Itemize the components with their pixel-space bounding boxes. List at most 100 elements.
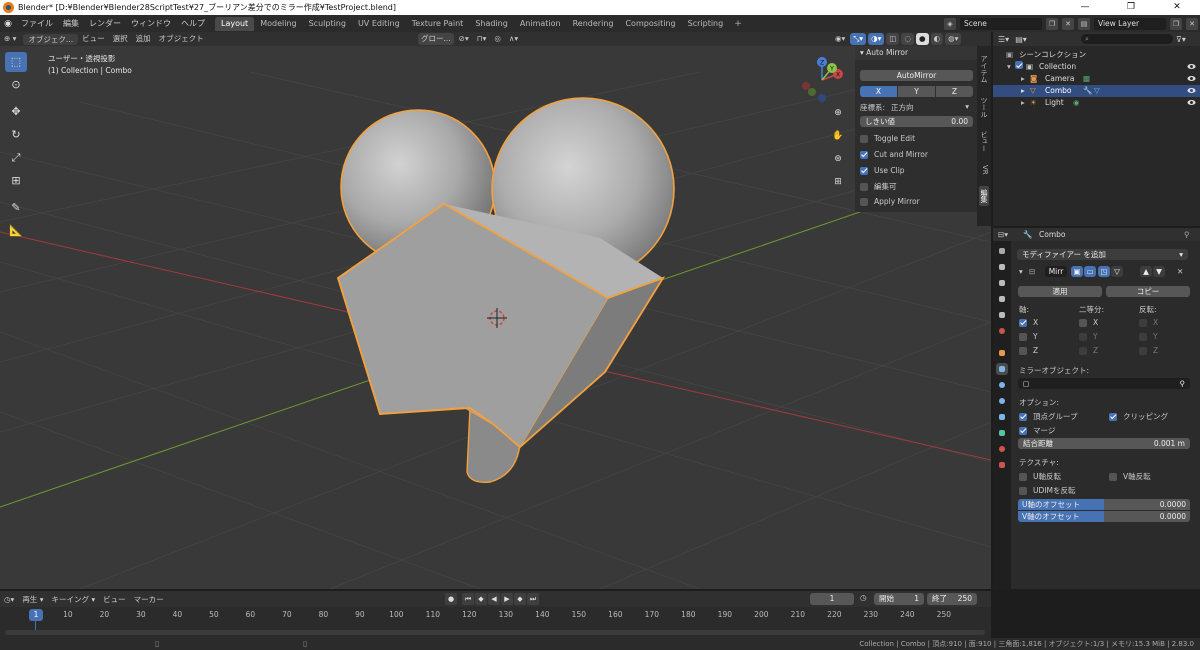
play-reverse-icon[interactable]: ◀: [488, 593, 500, 605]
menu-object[interactable]: オブジェクト: [155, 32, 208, 46]
checkbox[interactable]: [860, 197, 868, 206]
checkbox[interactable]: [1019, 426, 1027, 435]
modifier-name-field[interactable]: Mirr: [1045, 266, 1067, 277]
checkbox[interactable]: [1109, 412, 1117, 421]
tab-texture-paint[interactable]: Texture Paint: [406, 17, 470, 31]
checkbox[interactable]: [860, 166, 868, 175]
eye-icon[interactable]: [1187, 74, 1196, 83]
v-offset-field[interactable]: V軸のオフセット 0.0000: [1018, 511, 1190, 522]
axis-z-toggle[interactable]: Z: [936, 86, 973, 97]
eye-icon[interactable]: [1187, 86, 1196, 95]
menu-timeline-view[interactable]: ビュー: [99, 594, 130, 605]
option-toggle-edit[interactable]: Toggle Edit: [860, 134, 915, 143]
tab-object[interactable]: [996, 347, 1008, 359]
combo-object[interactable]: [336, 97, 675, 483]
checkbox[interactable]: [1019, 412, 1027, 421]
outliner-editor-icon[interactable]: ☰▾: [993, 35, 1009, 44]
axis-x-checkbox[interactable]: X: [1019, 318, 1038, 327]
visibility-icon[interactable]: ◉▾: [832, 33, 848, 45]
end-frame-field[interactable]: 終了 250: [927, 593, 977, 605]
overlay-toggle-icon[interactable]: ◑▾: [868, 33, 885, 45]
mirror-object-field[interactable]: ◻ ⚲: [1018, 378, 1190, 389]
merge-checkbox[interactable]: マージ: [1019, 425, 1055, 436]
checkbox[interactable]: [1079, 332, 1087, 341]
threshold-field[interactable]: しきい値 0.00: [860, 116, 973, 127]
tab-sculpting[interactable]: Sculpting: [303, 17, 352, 31]
shading-material-icon[interactable]: ◐: [930, 33, 944, 45]
clock-icon[interactable]: ◷: [856, 593, 871, 602]
tab-uv-editing[interactable]: UV Editing: [352, 17, 406, 31]
3d-viewport[interactable]: ⊕ ▾ オブジェク... ビュー 選択 追加 オブジェクト グロー... ⊘▾ …: [0, 32, 991, 589]
menu-edit[interactable]: 編集: [58, 15, 84, 32]
sidebar-tab-view[interactable]: ビュー: [979, 130, 989, 152]
outliner-collection[interactable]: ▾ ▣ Collection: [993, 61, 1200, 73]
outliner-item-camera[interactable]: ▸ ◙ Camera ▩: [993, 73, 1200, 85]
menu-render[interactable]: レンダー: [84, 15, 126, 32]
new-scene-icon[interactable]: ❐: [1046, 17, 1058, 30]
expand-arrow-icon[interactable]: ▸: [1021, 73, 1025, 85]
copy-button[interactable]: コピー: [1106, 286, 1190, 297]
menu-marker[interactable]: マーカー: [130, 594, 168, 605]
checkbox[interactable]: [860, 182, 868, 191]
checkbox[interactable]: [1079, 318, 1087, 327]
delete-scene-icon[interactable]: ✕: [1062, 17, 1074, 30]
tab-modeling[interactable]: Modeling: [254, 17, 302, 31]
tab-modifiers[interactable]: [996, 363, 1008, 375]
select-box-tool-icon[interactable]: ⬚: [5, 52, 27, 72]
outliner-search-input[interactable]: ⌕: [1081, 34, 1173, 44]
viewport-toggle-icon[interactable]: ▭: [1084, 266, 1096, 277]
tab-compositing[interactable]: Compositing: [619, 17, 681, 31]
flip-udim-checkbox[interactable]: UDIMを反転: [1019, 485, 1075, 496]
remove-modifier-icon[interactable]: ✕: [1177, 267, 1183, 276]
checkbox[interactable]: [1015, 61, 1023, 69]
outliner-scene-collection[interactable]: ▣ シーンコレクション: [993, 49, 1200, 61]
tab-rendering[interactable]: Rendering: [567, 17, 620, 31]
expand-arrow-icon[interactable]: ▸: [1021, 85, 1025, 97]
filter-icon[interactable]: ⊽▾: [1176, 35, 1186, 44]
scale-tool-icon[interactable]: ⤢: [5, 148, 27, 168]
vertex-groups-checkbox[interactable]: 頂点グループ: [1019, 411, 1078, 422]
timeline-editor-icon[interactable]: ◷▾: [0, 595, 18, 604]
menu-file[interactable]: ファイル: [16, 15, 58, 32]
display-mode-icon[interactable]: ▤▾: [1009, 35, 1027, 44]
menu-select[interactable]: 選択: [109, 32, 132, 46]
checkbox[interactable]: [1019, 346, 1027, 355]
tab-physics[interactable]: [996, 395, 1008, 407]
outliner-item-light[interactable]: ▸ ☀ Light ◉: [993, 97, 1200, 109]
move-up-icon[interactable]: ▲: [1140, 266, 1152, 277]
axis-z-checkbox[interactable]: Z: [1019, 346, 1038, 355]
tab-animation[interactable]: Animation: [514, 17, 567, 31]
view-layer-icon[interactable]: ▤: [1078, 17, 1090, 30]
option-cut-and-mirror[interactable]: Cut and Mirror: [860, 150, 928, 159]
clipping-checkbox[interactable]: クリッピング: [1109, 411, 1168, 422]
checkbox[interactable]: [1139, 346, 1147, 355]
move-down-icon[interactable]: ▼: [1153, 266, 1165, 277]
scene-icon[interactable]: ◈: [944, 17, 956, 30]
gizmo-toggle-icon[interactable]: ⤡▾: [850, 33, 867, 45]
expand-arrow-icon[interactable]: ▾: [1007, 61, 1011, 73]
menu-keying[interactable]: キーイング ▾: [47, 594, 99, 605]
timeline-scrollbar[interactable]: [5, 630, 985, 635]
auto-mirror-title[interactable]: ▾ Auto Mirror: [855, 46, 977, 60]
option-apply-mirror[interactable]: Apply Mirror: [860, 197, 920, 206]
sidebar-tab-edit[interactable]: 編集: [979, 186, 989, 206]
scene-name-field[interactable]: Scene: [960, 17, 1042, 30]
menu-add[interactable]: 追加: [132, 32, 155, 46]
checkbox[interactable]: [1019, 332, 1027, 341]
menu-playback[interactable]: 再生 ▾: [18, 594, 47, 605]
option-use-clip[interactable]: Use Clip: [860, 166, 905, 175]
add-modifier-button[interactable]: モディファイアー を追加 ▾: [1017, 249, 1188, 260]
falloff-icon[interactable]: ∧▾: [506, 33, 521, 45]
mode-selector[interactable]: オブジェク...: [23, 33, 79, 45]
orientation-dropdown-field[interactable]: 正方向 ▾: [891, 102, 969, 113]
editmode-toggle-icon[interactable]: ▣: [1071, 266, 1083, 277]
checkbox[interactable]: [860, 150, 868, 159]
tab-render[interactable]: [996, 261, 1008, 273]
properties-editor-icon[interactable]: ⊟▾: [998, 228, 1008, 241]
camera-view-icon[interactable]: ⊛: [830, 151, 846, 167]
merge-distance-field[interactable]: 結合距離 0.001 m: [1018, 438, 1190, 449]
option-editable[interactable]: 編集可: [860, 181, 897, 192]
tab-constraints[interactable]: [996, 411, 1008, 423]
eyedropper-icon[interactable]: ⚲: [1180, 378, 1186, 389]
flip-y-checkbox[interactable]: Y: [1139, 332, 1158, 341]
